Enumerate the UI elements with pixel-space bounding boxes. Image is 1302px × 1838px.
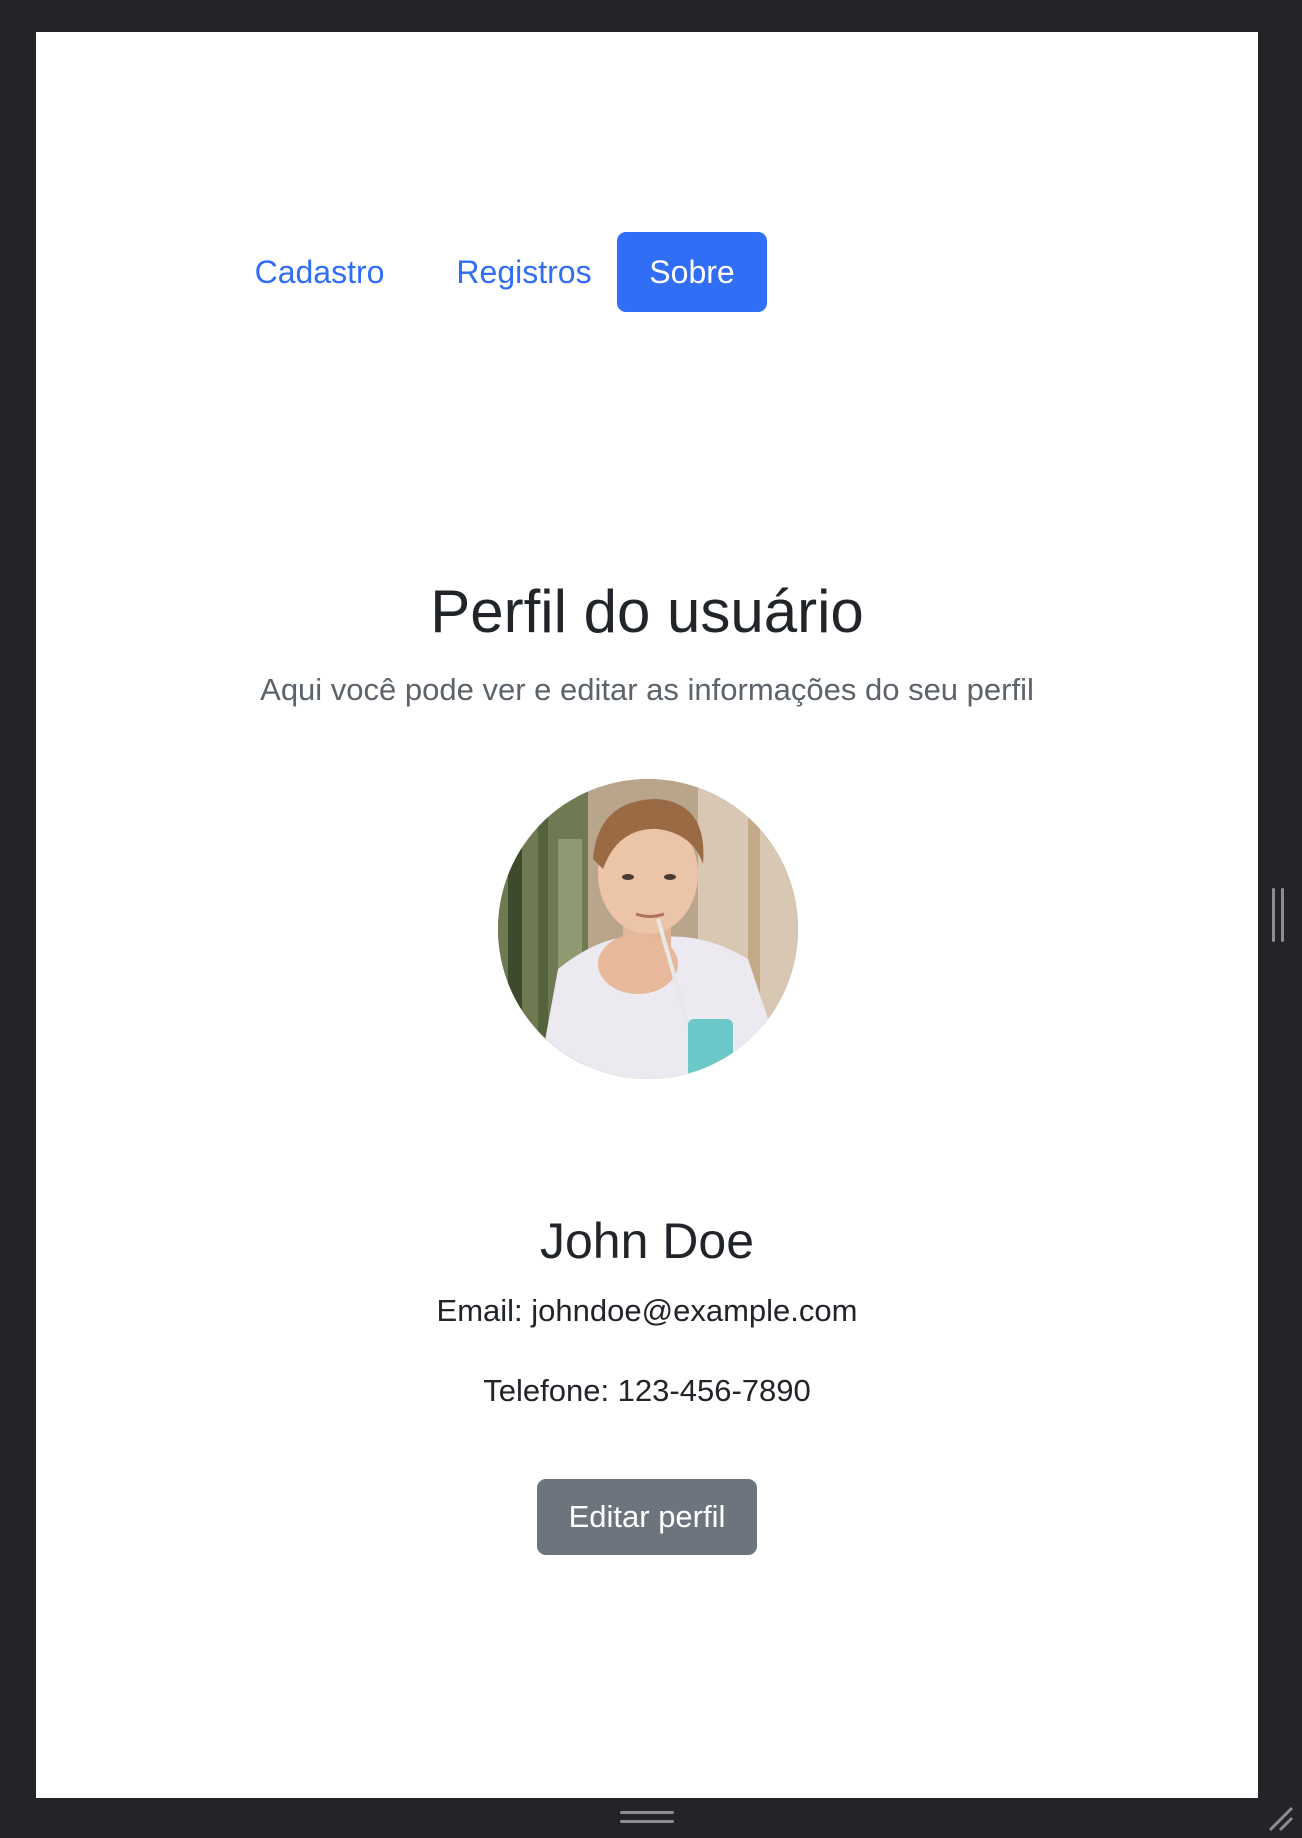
resize-handle-right[interactable]	[1272, 888, 1286, 942]
page-viewport: Cadastro Registros Sobre Perfil do usuár…	[36, 32, 1258, 1798]
nav-item-registros[interactable]: Registros	[444, 232, 604, 312]
avatar	[498, 779, 798, 1079]
user-name: John Doe	[539, 1213, 755, 1269]
nav-item-cadastro[interactable]: Cadastro	[248, 232, 391, 312]
edit-profile-button[interactable]: Editar perfil	[537, 1479, 757, 1555]
app-window: Cadastro Registros Sobre Perfil do usuár…	[0, 0, 1302, 1838]
resize-handle-bottom[interactable]	[620, 1811, 674, 1825]
user-phone: Telefone: 123-456-7890	[483, 1373, 811, 1408]
user-photo-icon	[498, 779, 798, 1079]
nav-item-sobre[interactable]: Sobre	[617, 232, 767, 312]
user-email: Email: johndoe@example.com	[436, 1293, 858, 1328]
resize-corner-icon[interactable]	[1266, 1804, 1294, 1832]
page-subtitle: Aqui você pode ver e editar as informaçõ…	[260, 672, 1034, 707]
nav-tabs: Cadastro Registros Sobre	[36, 232, 1258, 312]
page-title: Perfil do usuário	[430, 578, 864, 645]
